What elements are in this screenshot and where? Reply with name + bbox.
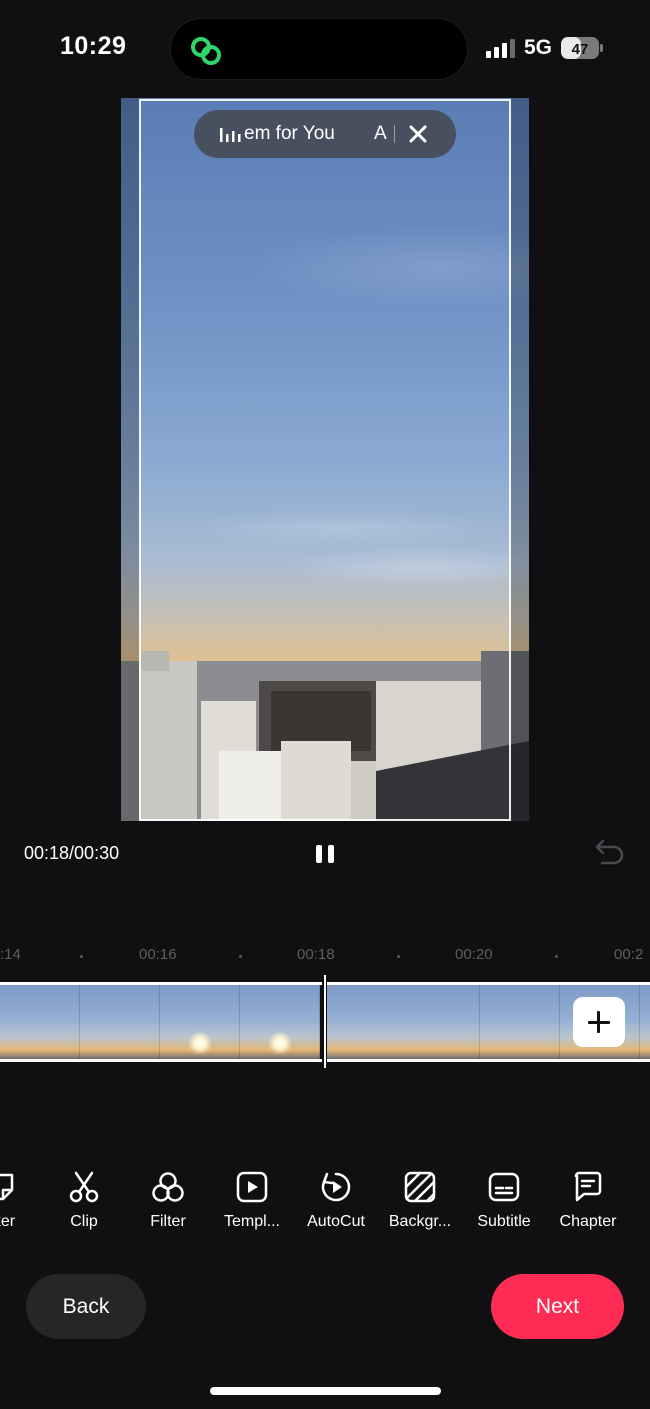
background-icon xyxy=(404,1171,436,1203)
network-type: 5G xyxy=(524,36,553,59)
crop-frame[interactable] xyxy=(139,99,511,821)
tool-sticker[interactable]: cker xyxy=(0,1166,42,1236)
next-button[interactable]: Next xyxy=(491,1274,624,1339)
clip-frame xyxy=(240,985,320,1059)
audio-bars-icon xyxy=(220,128,241,142)
tick-dot xyxy=(397,955,400,958)
autocut-icon xyxy=(321,1172,351,1202)
back-button[interactable]: Back xyxy=(26,1274,146,1339)
tool-background[interactable]: Backgr... xyxy=(378,1166,462,1236)
clip-frame xyxy=(80,985,160,1059)
clip-frame xyxy=(160,985,240,1059)
letterbox-right xyxy=(511,98,529,821)
tick-label: 00:20 xyxy=(455,946,493,963)
tool-label: Filter xyxy=(150,1213,186,1230)
tool-label: Chapter xyxy=(559,1213,617,1230)
home-indicator[interactable] xyxy=(210,1387,441,1395)
tool-subtitle[interactable]: Subtitle xyxy=(462,1166,546,1236)
clip-frame xyxy=(480,985,560,1059)
subtitle-icon xyxy=(488,1172,520,1202)
tool-chapter[interactable]: Chapter xyxy=(546,1166,630,1236)
tool-label: Clip xyxy=(70,1213,98,1230)
signal-icon xyxy=(486,39,515,58)
tool-template[interactable]: Templ... xyxy=(210,1166,294,1236)
dynamic-island xyxy=(170,18,468,80)
filter-icon xyxy=(152,1172,184,1202)
tick-label: 00:2 xyxy=(614,946,644,963)
template-icon xyxy=(236,1171,268,1203)
status-time: 10:29 xyxy=(60,32,127,60)
clip-frame xyxy=(400,985,480,1059)
tool-label: Templ... xyxy=(223,1213,280,1230)
pause-icon xyxy=(316,845,322,863)
clip-frame xyxy=(640,985,650,1059)
edit-toolbar: cker Clip Filter Templ... AutoCut xyxy=(0,1166,650,1236)
pause-button[interactable] xyxy=(312,840,338,868)
pill-letter: A xyxy=(374,123,387,144)
add-clip-button[interactable] xyxy=(573,997,625,1047)
tick-label: :14 xyxy=(0,946,21,963)
tick-label: 00:16 xyxy=(139,946,177,963)
tool-autocut[interactable]: AutoCut xyxy=(294,1166,378,1236)
tool-label: Subtitle xyxy=(477,1213,531,1230)
close-icon[interactable] xyxy=(406,122,430,146)
chapter-icon xyxy=(574,1171,602,1202)
playback-timecode: 00:18/00:30 xyxy=(24,843,120,863)
battery-icon: 47 xyxy=(561,37,603,59)
battery-level: 47 xyxy=(572,41,589,58)
scissors-icon xyxy=(69,1171,99,1203)
status-bar: 10:29 5G 47 xyxy=(0,0,650,96)
tick-dot xyxy=(555,955,558,958)
timeline-ruler[interactable]: :14 00:16 00:18 00:20 00:2 xyxy=(0,946,650,968)
tick-label: 00:18 xyxy=(297,946,335,963)
clip-frame xyxy=(327,985,407,1059)
clip-frame xyxy=(0,985,80,1059)
tool-label: Backgr... xyxy=(388,1213,452,1230)
link-rings-icon xyxy=(191,37,221,65)
playhead[interactable] xyxy=(324,975,326,1068)
tick-dot xyxy=(80,955,83,958)
tool-label: cker xyxy=(0,1213,16,1230)
tool-label: AutoCut xyxy=(307,1213,365,1230)
tool-clip[interactable]: Clip xyxy=(42,1166,126,1236)
tool-filter[interactable]: Filter xyxy=(126,1166,210,1236)
sticker-icon xyxy=(0,1173,14,1201)
tick-dot xyxy=(239,955,242,958)
music-title: em for You xyxy=(244,123,335,144)
undo-icon[interactable] xyxy=(590,837,624,869)
letterbox-left xyxy=(121,98,139,821)
pill-divider xyxy=(394,125,395,143)
music-pill[interactable]: em for You A xyxy=(194,110,456,158)
